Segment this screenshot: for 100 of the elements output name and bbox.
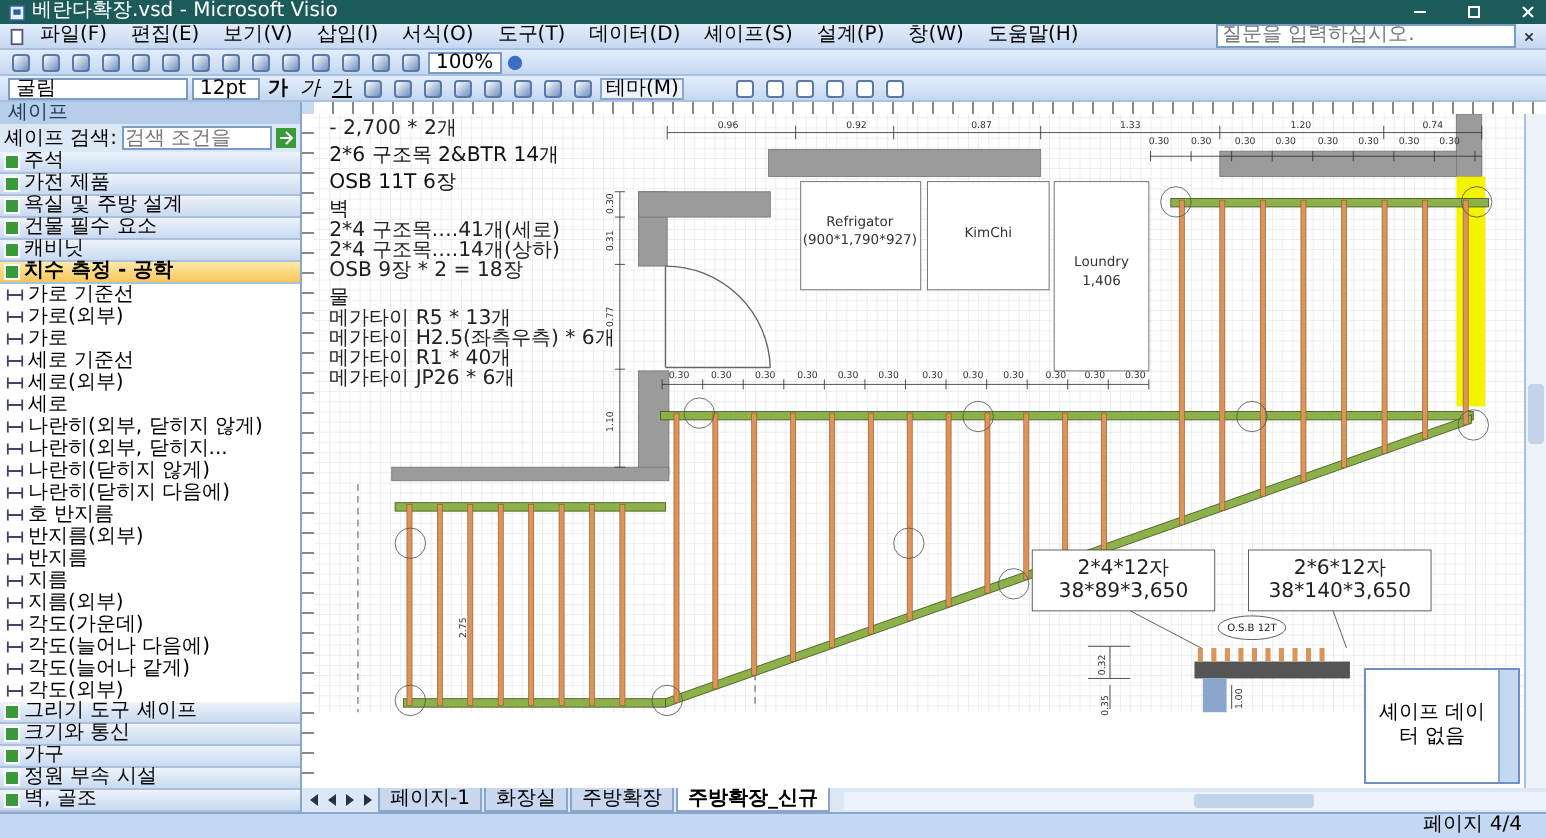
menu-item[interactable]: 도움말(H) xyxy=(977,24,1089,48)
zoom-combo[interactable]: 100% xyxy=(428,51,502,73)
note-text: 물 xyxy=(329,287,350,310)
stencil-item[interactable]: 세로 xyxy=(28,394,68,416)
stencil-item[interactable]: 나란히(닫히지 않게) xyxy=(28,460,210,482)
stencil-category[interactable]: 크기와 통신 xyxy=(0,724,300,746)
appliance-outline xyxy=(800,181,922,291)
dimension-icon[interactable] xyxy=(6,352,24,370)
menu-item[interactable]: 파일(F) xyxy=(30,24,118,48)
stencil-category[interactable]: 치수 측정 - 공학 xyxy=(0,262,300,284)
shape-data-message: 셰이프 데이터 없음 xyxy=(1376,700,1488,752)
stencil-item[interactable]: 지름(외부) xyxy=(28,592,124,614)
stencil-category[interactable]: 가전 제품 xyxy=(0,174,300,196)
menu-item[interactable]: 데이터(D) xyxy=(579,24,691,48)
stencil-item[interactable]: 각도(외부) xyxy=(28,680,124,702)
menu-item[interactable]: 설계(P) xyxy=(806,24,895,48)
note-text: 메가타이 H2.5(좌측우측) * 6개 xyxy=(329,327,615,350)
text-style-button[interactable]: 가 xyxy=(296,77,324,99)
dimension-icon[interactable] xyxy=(6,330,24,348)
page-tab[interactable]: 페이지-1 xyxy=(378,788,482,812)
go-arrow-icon[interactable] xyxy=(276,128,296,148)
stencil-category[interactable]: 정원 부속 시설 xyxy=(0,768,300,790)
maximize-icon[interactable] xyxy=(1464,2,1484,22)
appliance-outline xyxy=(926,181,1050,291)
pane-title: 셰이프 xyxy=(0,102,300,124)
stencil-category[interactable]: 건물 필수 요소 xyxy=(0,218,300,240)
dimension-icon[interactable] xyxy=(6,506,24,524)
window-side-strip xyxy=(1498,670,1518,782)
font-size-combo[interactable]: 12pt xyxy=(192,77,260,99)
stencil-category[interactable]: 가구 xyxy=(0,746,300,768)
font-combo[interactable]: 굴림 xyxy=(8,77,188,99)
stencil-item[interactable]: 반지름(외부) xyxy=(28,526,144,548)
stencil-category[interactable]: 욕실 및 주방 설계 xyxy=(0,196,300,218)
scroll-thumb[interactable] xyxy=(1528,383,1544,444)
dimension-icon[interactable] xyxy=(6,418,24,436)
stencil-category[interactable]: 벽, 골조 xyxy=(0,790,300,812)
stencil-item[interactable]: 세로(외부) xyxy=(28,372,124,394)
dimension-icon[interactable] xyxy=(6,550,24,568)
dimension-icon[interactable] xyxy=(6,286,24,304)
stencil-item[interactable]: 나란히(외부, 닫히지... xyxy=(28,438,228,460)
menu-item[interactable]: 편집(E) xyxy=(121,24,210,48)
stencil-category[interactable]: 주석 xyxy=(0,152,300,174)
menu-item[interactable]: 보기(V) xyxy=(213,24,303,48)
dimension-icon[interactable] xyxy=(6,374,24,392)
dimension-icon[interactable] xyxy=(6,572,24,590)
stencil-category[interactable]: 캐비닛 xyxy=(0,240,300,262)
shape-search-field[interactable]: 검색 조건을 xyxy=(121,126,272,150)
menu-item[interactable]: 도구(T) xyxy=(487,24,576,48)
stencil-item[interactable]: 가로(외부) xyxy=(28,306,124,328)
search-label: 셰이프 검색: xyxy=(4,126,118,151)
stencil-item[interactable]: 지름 xyxy=(28,570,68,592)
dimension-icon[interactable] xyxy=(6,440,24,458)
stencil-item[interactable]: 각도(늘어나 같게) xyxy=(28,658,190,680)
stencil-item[interactable]: 각도(가운데) xyxy=(28,614,144,636)
stencil-item[interactable]: 반지름 xyxy=(28,548,88,570)
dimension-icon[interactable] xyxy=(6,484,24,502)
menu-item[interactable]: 창(W) xyxy=(898,24,974,48)
menu-item[interactable]: 서식(O) xyxy=(392,24,484,48)
text-style-button[interactable]: 가 xyxy=(328,77,356,99)
dimension-icon[interactable] xyxy=(6,396,24,414)
window-title: 베란다확장.vsd - Microsoft Visio xyxy=(32,0,338,24)
dimension-icon[interactable] xyxy=(6,660,24,678)
lumber-callout: 2*6*12자 38*140*3,650 xyxy=(1248,549,1432,612)
door-drawing xyxy=(664,265,771,369)
scroll-thumb[interactable] xyxy=(1194,793,1315,807)
horizontal-scrollbar[interactable] xyxy=(843,791,1546,809)
note-text: 2*4 구조목….41개(세로) xyxy=(329,219,560,242)
page-indicator: 페이지 4/4 xyxy=(1423,814,1522,838)
dimension-icon[interactable] xyxy=(6,638,24,656)
text-style-button[interactable]: 가 xyxy=(264,77,292,99)
note-text: 2*4 구조목….14개(상하) xyxy=(329,239,560,262)
stencil-item[interactable]: 나란히(닫히지 다음에) xyxy=(28,482,230,504)
menu-item[interactable]: 셰이프(S) xyxy=(694,24,803,48)
note-text: 2*6 구조목 2&BTR 14개 xyxy=(329,145,560,168)
document-icon[interactable] xyxy=(8,27,26,45)
vertical-scrollbar[interactable] xyxy=(1524,114,1546,788)
stencil-item[interactable]: 가로 기준선 xyxy=(28,284,135,306)
dimension-icon[interactable] xyxy=(6,308,24,326)
stencil-item[interactable]: 나란히(외부, 닫히지 않게) xyxy=(28,416,263,438)
note-text: 벽 xyxy=(329,199,350,222)
stencil-category[interactable]: 그리기 도구 셰이프 xyxy=(0,702,300,724)
dimension-icon[interactable] xyxy=(6,682,24,700)
note-text: OSB 9장 * 2 = 18장 xyxy=(329,260,523,283)
page-tab[interactable]: 화장실 xyxy=(483,788,568,812)
close-icon[interactable] xyxy=(1518,2,1538,22)
dimension-icon[interactable] xyxy=(6,616,24,634)
stencil-item[interactable]: 가로 xyxy=(28,328,68,350)
page-tab[interactable]: 주방확장_신규 xyxy=(675,788,830,812)
dimension-icon[interactable] xyxy=(6,528,24,546)
stencil-item[interactable]: 각도(늘어나 다음에) xyxy=(28,636,210,658)
page-tab[interactable]: 주방확장 xyxy=(569,788,674,812)
menu-item[interactable]: 삽입(I) xyxy=(306,24,389,48)
dimension-icon[interactable] xyxy=(6,462,24,480)
theme-button[interactable]: 테마(M) xyxy=(600,77,685,99)
stencil-item[interactable]: 호 반지름 xyxy=(28,504,115,526)
help-icon[interactable] xyxy=(505,53,524,71)
close-icon[interactable] xyxy=(1520,27,1538,45)
dimension-icon[interactable] xyxy=(6,594,24,612)
note-text: OSB 11T 6장 xyxy=(329,172,456,195)
stencil-item[interactable]: 세로 기준선 xyxy=(28,350,135,372)
